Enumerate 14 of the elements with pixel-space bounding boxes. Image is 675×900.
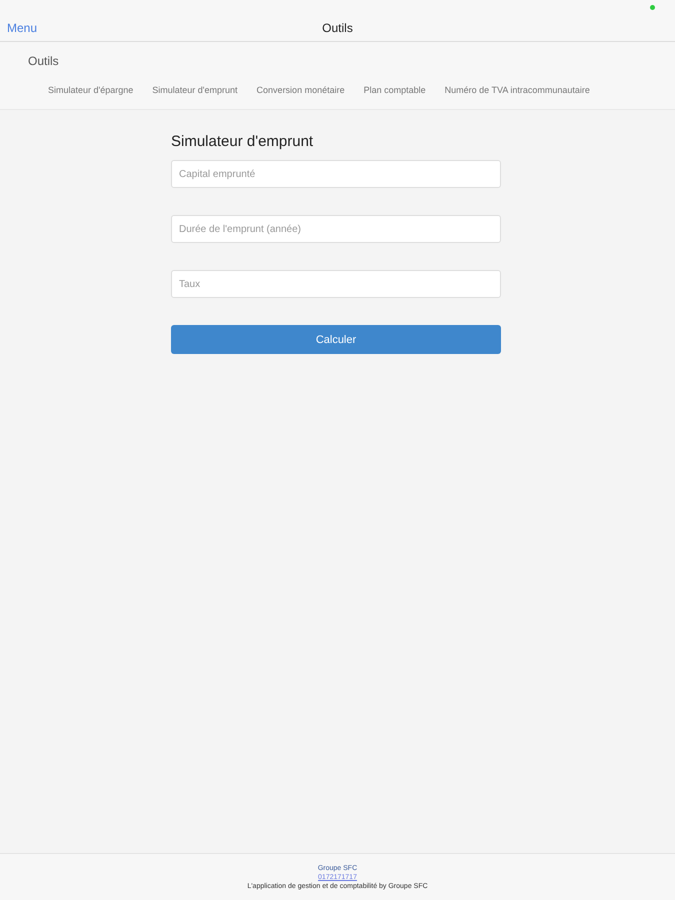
section-heading: Outils <box>27 53 60 68</box>
tool-link[interactable]: Simulateur d'épargne <box>48 85 134 95</box>
status-indicator-icon <box>650 4 655 10</box>
tool-link[interactable]: Numéro de TVA intracommunautaire <box>444 85 590 95</box>
calculate-button[interactable]: Calculer <box>171 325 501 354</box>
tool-link[interactable]: Simulateur d'emprunt <box>152 85 238 95</box>
nav-title: Outils <box>322 20 353 34</box>
tool-link[interactable]: Conversion monétaire <box>256 85 345 95</box>
form-title: Simulateur d'emprunt <box>171 133 314 150</box>
input-field[interactable]: Capital emprunté <box>171 160 501 188</box>
tool-link[interactable]: Plan comptable <box>364 85 426 95</box>
input-field[interactable]: Taux <box>171 270 501 298</box>
input-field[interactable]: Durée de l'emprunt (année) <box>171 215 501 243</box>
menu-link[interactable]: Menu <box>7 20 38 34</box>
